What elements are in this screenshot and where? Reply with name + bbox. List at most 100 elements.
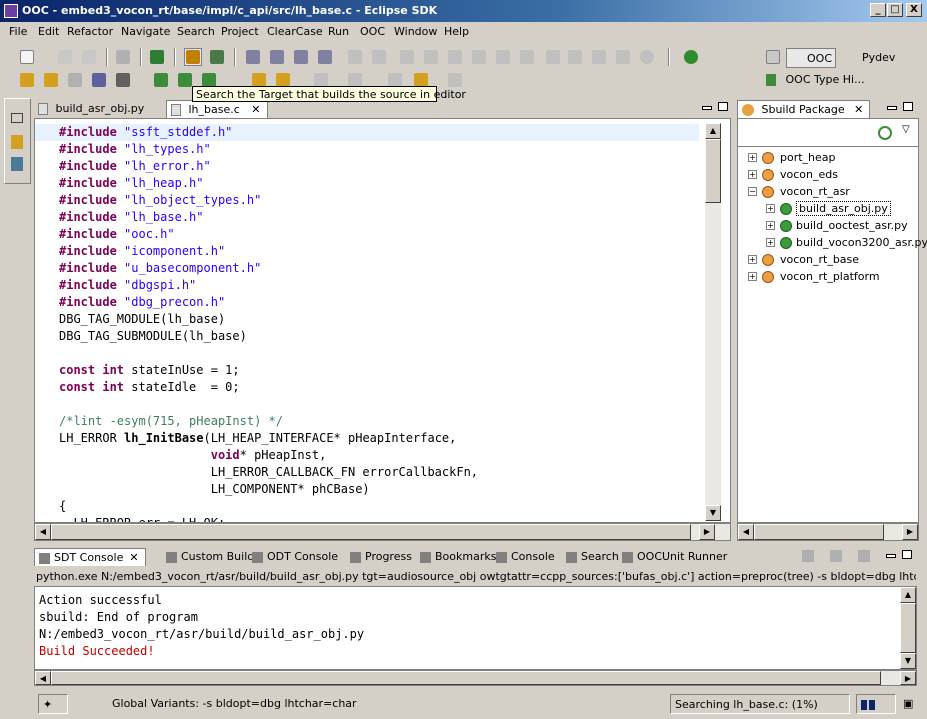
pin-console-icon[interactable] [858, 550, 870, 562]
binary-folder-icon[interactable] [42, 71, 60, 89]
horizontal-scroll-thumb[interactable] [51, 671, 881, 685]
console-tab[interactable]: Progress [346, 548, 418, 566]
tab-build-asr-obj[interactable]: build_asr_obj.py [34, 100, 150, 118]
print-icon[interactable] [80, 48, 98, 66]
scroll-left-button[interactable]: ◀ [35, 671, 51, 685]
scroll-right-button[interactable]: ▶ [900, 671, 916, 685]
console-tab[interactable]: SDT Console ✕ [34, 548, 146, 566]
binary-icon[interactable] [114, 48, 132, 66]
expand-icon[interactable]: + [748, 153, 757, 162]
tool-icon-8[interactable] [518, 48, 536, 66]
expand-icon[interactable]: + [748, 272, 757, 281]
expand-icon[interactable]: + [748, 255, 757, 264]
scroll-up-button[interactable]: ▲ [705, 123, 721, 139]
menu-clearcase[interactable]: ClearCase [267, 25, 323, 38]
console-horizontal-scrollbar[interactable]: ◀ ▶ [34, 670, 917, 686]
maximize-view-icon[interactable] [903, 102, 913, 111]
tree-item[interactable]: − vocon_rt_asr [748, 183, 850, 200]
scroll-down-button[interactable]: ▼ [705, 505, 721, 521]
close-tab-icon[interactable]: ✕ [129, 551, 138, 564]
maximize-view-icon[interactable] [902, 550, 912, 559]
clear-console-icon[interactable] [830, 550, 842, 562]
run-icon[interactable] [682, 48, 700, 66]
menu-file[interactable]: File [9, 25, 27, 38]
maximize-button[interactable]: □ [887, 3, 903, 17]
maximize-view-icon[interactable] [718, 102, 728, 111]
collapse-icon[interactable]: − [748, 187, 757, 196]
binary-file-icon[interactable] [66, 71, 84, 89]
perspective-ooc[interactable]: OOC [786, 48, 836, 68]
tool-icon-4[interactable] [422, 48, 440, 66]
minimize-view-icon[interactable] [887, 106, 897, 110]
build-icon-4[interactable] [316, 48, 334, 66]
build-icon-2[interactable] [268, 48, 286, 66]
menu-help[interactable]: Help [444, 25, 469, 38]
close-tab-icon[interactable]: ✕ [854, 103, 863, 116]
link-with-editor-icon[interactable] [878, 126, 892, 140]
expand-icon[interactable]: + [766, 204, 775, 213]
navigator-icon[interactable] [11, 135, 23, 149]
close-button[interactable]: X [906, 3, 922, 17]
menu-search[interactable]: Search [177, 25, 215, 38]
perspective-pydev[interactable]: Pydev [842, 48, 902, 68]
scroll-right-button[interactable]: ▶ [902, 524, 918, 540]
menu-project[interactable]: Project [221, 25, 259, 38]
scroll-thumb[interactable] [705, 139, 721, 203]
console-tab[interactable]: Search [562, 548, 625, 566]
build-icon-1[interactable] [244, 48, 262, 66]
close-tab-icon[interactable]: ✕ [251, 103, 260, 116]
build-icon-3[interactable] [292, 48, 310, 66]
help-icon[interactable] [638, 48, 656, 66]
menu-edit[interactable]: Edit [38, 25, 59, 38]
progress-view-icon[interactable]: ▣ [899, 694, 919, 714]
tool-icon-7[interactable] [494, 48, 512, 66]
debug-icon[interactable] [90, 71, 108, 89]
editor-vertical-scrollbar[interactable]: ▲ ▼ [705, 123, 721, 521]
scroll-right-button[interactable]: ▶ [699, 524, 715, 540]
tool-icon-3[interactable] [398, 48, 416, 66]
tree-item[interactable]: + build_vocon3200_asr.py [766, 234, 927, 251]
expand-icon[interactable]: + [766, 238, 775, 247]
console-vertical-scrollbar[interactable]: ▲ ▼ [900, 587, 916, 669]
minimize-view-icon[interactable] [702, 106, 712, 110]
forward-icon[interactable] [446, 71, 464, 89]
folder-icon[interactable] [18, 71, 36, 89]
new-icon[interactable] [18, 48, 36, 66]
console-output[interactable]: Action successful sbuild: End of program N… [34, 586, 917, 670]
tool-icon-9[interactable] [544, 48, 562, 66]
console-tab[interactable]: Bookmarks [416, 548, 502, 566]
stop-icon[interactable] [802, 550, 814, 562]
tool-icon-5[interactable] [446, 48, 464, 66]
menu-ooc[interactable]: OOC [360, 25, 385, 38]
open-perspective-icon[interactable] [764, 48, 782, 66]
tree-item[interactable]: + vocon_rt_base [748, 251, 859, 268]
tool-icon-1[interactable] [346, 48, 364, 66]
tree-item[interactable]: + vocon_eds [748, 166, 838, 183]
hierarchy-icon-1[interactable] [152, 71, 170, 89]
menu-navigate[interactable]: Navigate [121, 25, 170, 38]
ooc-type-hierarchy[interactable]: OOC Type Hi... [766, 73, 865, 86]
fast-view-icon[interactable]: ✦ [38, 694, 68, 714]
minimize-view-icon[interactable] [886, 554, 896, 558]
menu-window[interactable]: Window [394, 25, 437, 38]
sbuild-horizontal-scrollbar[interactable]: ◀ ▶ [737, 523, 919, 541]
tree-item[interactable]: + build_ooctest_asr.py [766, 217, 908, 234]
hammer-icon[interactable] [114, 71, 132, 89]
menu-refactor[interactable]: Refactor [67, 25, 113, 38]
tool-icon-2[interactable] [370, 48, 388, 66]
view-menu-icon[interactable]: ▽ [902, 124, 910, 135]
menu-run[interactable]: Run [328, 25, 349, 38]
code-editor[interactable]: #include "ssft_stddef.h" #include "lh_typ… [34, 118, 731, 523]
outline-view-icon[interactable] [11, 157, 23, 171]
tab-sbuild-package[interactable]: Sbuild Package ✕ [737, 100, 871, 118]
tree-item[interactable]: + vocon_rt_platform [748, 268, 880, 285]
tab-lh-base[interactable]: lh_base.c ✕ [166, 100, 268, 118]
console-tab[interactable]: ODT Console [248, 548, 344, 566]
open-console-icon[interactable] [148, 48, 166, 66]
save-icon[interactable] [56, 48, 74, 66]
progress-bar[interactable] [856, 694, 896, 714]
expand-icon[interactable]: + [766, 221, 775, 230]
tool-icon-10[interactable] [566, 48, 584, 66]
search-target-icon[interactable] [184, 48, 202, 66]
restore-icon[interactable] [11, 113, 23, 123]
